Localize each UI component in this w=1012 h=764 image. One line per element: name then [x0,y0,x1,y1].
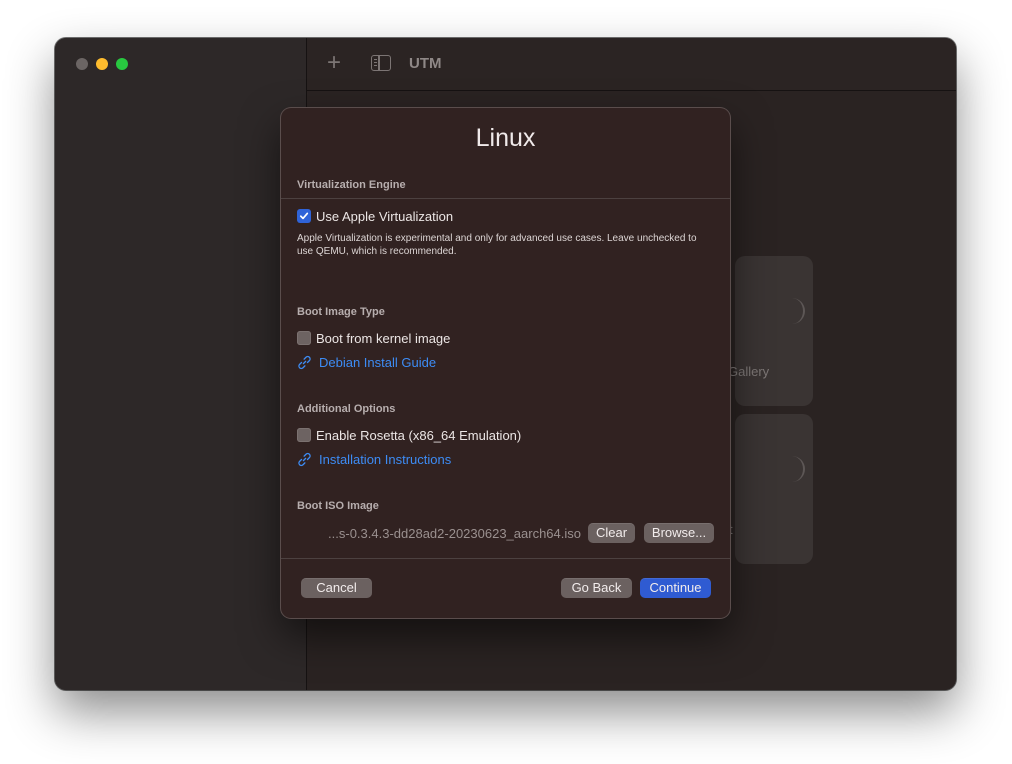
installation-instructions-link[interactable]: Installation Instructions [297,451,451,467]
iso-path-field: ...s-0.3.4.3-dd28ad2-20230623_aarch64.is… [328,526,581,541]
boot-iso-image-header: Boot ISO Image [297,500,379,512]
additional-options-header: Additional Options [297,403,396,415]
enable-rosetta-label: Enable Rosetta (x86_64 Emulation) [316,427,522,443]
use-apple-virtualization-checkbox[interactable]: Use Apple Virtualization [297,208,453,224]
checkbox-unchecked-icon[interactable] [297,331,311,345]
plus-icon[interactable]: + [327,48,341,78]
clear-button[interactable]: Clear [588,523,635,543]
debian-install-guide-link[interactable]: Debian Install Guide [297,354,436,370]
boot-from-kernel-checkbox[interactable]: Boot from kernel image [297,330,450,346]
boot-image-type-header: Boot Image Type [297,306,385,318]
debian-install-guide-label[interactable]: Debian Install Guide [319,355,436,370]
link-icon [298,355,311,369]
link-icon [298,452,311,466]
secondary-card [735,414,813,564]
gallery-card [735,256,813,406]
boot-from-kernel-label: Boot from kernel image [316,330,451,346]
toolbar: + UTM [307,38,956,91]
divider [281,198,730,199]
sidebar [55,38,307,690]
checkbox-checked-icon[interactable] [297,209,311,223]
checkbox-unchecked-icon[interactable] [297,428,311,442]
enable-rosetta-checkbox[interactable]: Enable Rosetta (x86_64 Emulation) [297,427,521,443]
minimize-window-button[interactable] [96,58,108,70]
virtualization-help-text: Apple Virtualization is experimental and… [297,233,697,257]
browse-button[interactable]: Browse... [644,523,714,543]
close-window-button[interactable] [76,58,88,70]
gallery-card-label: Gallery [728,364,770,379]
window-title: UTM [409,55,442,72]
divider [281,558,730,559]
cancel-button[interactable]: Cancel [301,578,372,598]
linux-setup-dialog: Linux Virtualization Engine Use Apple Vi… [281,108,730,618]
gallery-card-icon [789,298,805,324]
sidebar-toggle-icon[interactable] [371,55,391,71]
continue-button[interactable]: Continue [640,578,711,598]
secondary-card-icon [789,456,805,482]
installation-instructions-label[interactable]: Installation Instructions [319,452,451,467]
dialog-title: Linux [475,124,536,152]
zoom-window-button[interactable] [116,58,128,70]
virtualization-engine-header: Virtualization Engine [297,179,406,191]
use-apple-virtualization-label: Use Apple Virtualization [316,208,454,224]
go-back-button[interactable]: Go Back [561,578,632,598]
